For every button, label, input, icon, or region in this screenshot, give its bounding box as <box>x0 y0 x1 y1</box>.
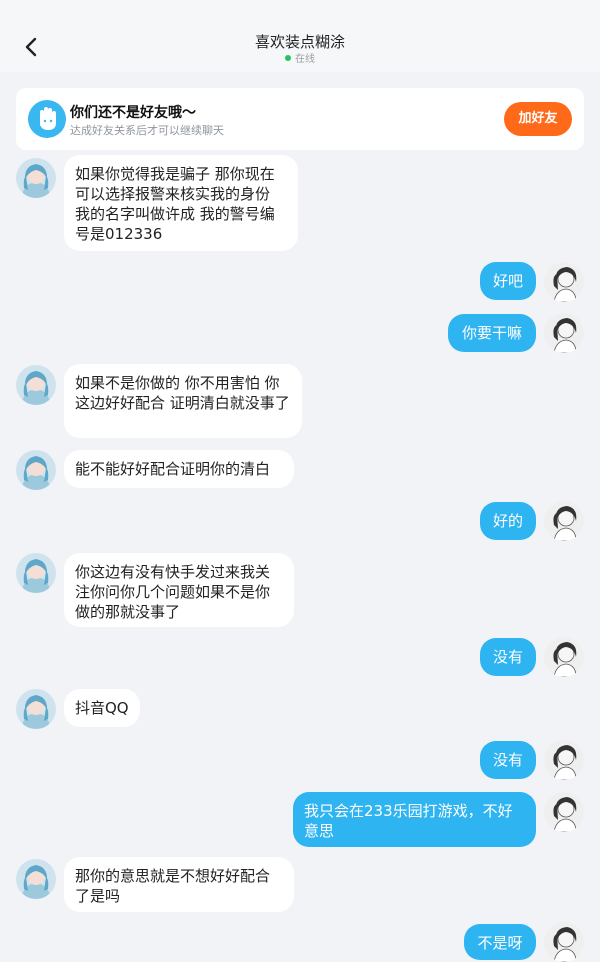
contact-avatar[interactable] <box>16 689 56 729</box>
contact-avatar[interactable] <box>16 859 56 899</box>
message-bubble-sent: 没有 <box>480 638 536 676</box>
user-avatar[interactable] <box>544 501 584 541</box>
friend-card-subtitle: 达成好友关系后才可以继续聊天 <box>70 124 224 137</box>
message-bubble-received: 如果不是你做的 你不用害怕 你这边好好配合 证明清白就没事了 <box>64 364 302 438</box>
message-bubble-sent: 好吧 <box>480 262 536 300</box>
online-status: 在线 <box>0 50 600 65</box>
contact-avatar[interactable] <box>16 158 56 198</box>
user-avatar[interactable] <box>544 637 584 677</box>
message-bubble-sent: 好的 <box>480 502 536 540</box>
user-avatar[interactable] <box>544 740 584 780</box>
message-bubble-sent: 不是呀 <box>464 924 536 960</box>
contact-avatar[interactable] <box>16 450 56 490</box>
message-bubble-sent: 没有 <box>480 741 536 779</box>
message-bubble-received: 抖音QQ <box>64 689 140 727</box>
message-bubble-received: 那你的意思就是不想好好配合了是吗 <box>64 857 294 912</box>
friend-request-card: 你们还不是好友哦～ 达成好友关系后才可以继续聊天 加好友 <box>16 88 584 150</box>
chat-header: 喜欢装点糊涂 在线 <box>0 0 600 72</box>
friend-card-title: 你们还不是好友哦～ <box>70 105 196 121</box>
contact-avatar[interactable] <box>16 553 56 593</box>
online-status-text: 在线 <box>295 54 315 65</box>
waving-hand-icon <box>28 100 66 138</box>
contact-avatar[interactable] <box>16 365 56 405</box>
user-avatar[interactable] <box>544 922 584 962</box>
message-bubble-sent: 我只会在233乐园打游戏，不好意思 <box>293 792 536 847</box>
message-bubble-received: 你这边有没有快手发过来我关注你问你几个问题如果不是你做的那就没事了 <box>64 553 294 627</box>
user-avatar[interactable] <box>544 313 584 353</box>
add-friend-button[interactable]: 加好友 <box>504 102 572 136</box>
user-avatar[interactable] <box>544 792 584 832</box>
user-avatar[interactable] <box>544 262 584 302</box>
contact-name: 喜欢装点糊涂 <box>254 33 345 51</box>
message-bubble-sent: 你要干嘛 <box>448 314 536 352</box>
online-dot-icon <box>285 55 291 61</box>
message-bubble-received: 如果你觉得我是骗子 那你现在可以选择报警来核实我的身份 我的名字叫做许成 我的警… <box>64 155 298 251</box>
message-bubble-received: 能不能好好配合证明你的清白 <box>64 450 294 488</box>
